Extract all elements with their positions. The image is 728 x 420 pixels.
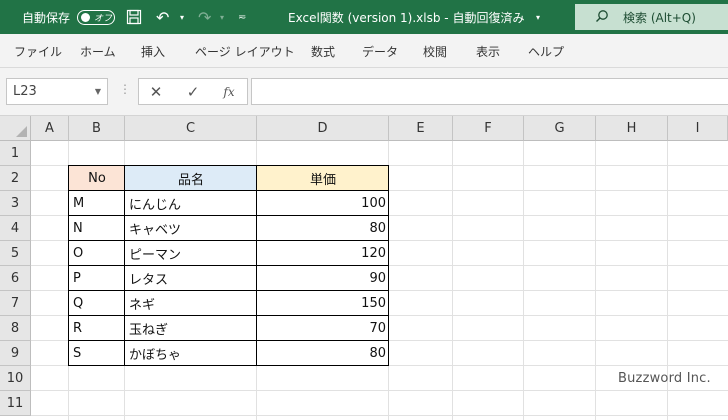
select-all-button[interactable] <box>0 116 31 141</box>
name-box-value: L23 <box>13 84 37 99</box>
tab-view[interactable]: 表示 <box>476 34 500 68</box>
table-cell[interactable]: 150 <box>257 291 389 316</box>
insert-function-icon[interactable]: fx <box>214 78 244 105</box>
tab-insert[interactable]: 挿入 <box>141 34 165 68</box>
tab-formulas[interactable]: 数式 <box>311 34 335 68</box>
watermark: Buzzword Inc. <box>618 371 711 386</box>
tab-file[interactable]: ファイル <box>14 34 62 68</box>
table-cell[interactable]: N <box>69 216 125 241</box>
redo-icon[interactable]: ↷ <box>198 0 211 34</box>
row-header-11[interactable]: 11 <box>0 391 31 416</box>
title-dropdown-icon[interactable]: ▾ <box>536 0 540 34</box>
column-header-a[interactable]: A <box>31 116 69 141</box>
table-cell[interactable]: P <box>69 266 125 291</box>
title-bar: 自動保存 オフ ↶ ▾ ↷ ▾ ≂ Excel関数 (version 1).xl… <box>0 0 728 34</box>
gridline <box>452 141 453 420</box>
column-header-h[interactable]: H <box>596 116 668 141</box>
ribbon-tabs: ファイル ホーム 挿入 ページ レイアウト 数式 データ 校閲 表示 ヘルプ <box>0 34 728 68</box>
table-border <box>68 290 389 291</box>
table-border <box>68 365 389 366</box>
table-cell[interactable]: キャベツ <box>125 216 257 241</box>
row-header-8[interactable]: 8 <box>0 316 31 341</box>
search-label: 検索 (Alt+Q) <box>623 10 696 25</box>
row-header-1[interactable]: 1 <box>0 141 31 166</box>
row-header-10[interactable]: 10 <box>0 366 31 391</box>
gridline <box>523 141 524 420</box>
table-header-price[interactable]: 単価 <box>257 166 389 191</box>
table-cell[interactable]: 玉ねぎ <box>125 316 257 341</box>
table-border <box>68 240 389 241</box>
table-cell[interactable]: 90 <box>257 266 389 291</box>
row-header-2[interactable]: 2 <box>0 166 31 191</box>
row-header-9[interactable]: 9 <box>0 341 31 366</box>
column-header-c[interactable]: C <box>125 116 257 141</box>
autosave-toggle[interactable]: オフ <box>77 10 115 25</box>
row-header-6[interactable]: 6 <box>0 266 31 291</box>
redo-dropdown-icon[interactable]: ▾ <box>220 0 224 34</box>
table-cell[interactable]: 80 <box>257 216 389 241</box>
tab-help[interactable]: ヘルプ <box>528 34 564 68</box>
row-header-7[interactable]: 7 <box>0 291 31 316</box>
name-box[interactable]: L23 ▼ <box>6 78 108 105</box>
table-cell[interactable]: 70 <box>257 316 389 341</box>
cancel-icon[interactable]: ✕ <box>141 78 171 105</box>
column-header-f[interactable]: F <box>453 116 524 141</box>
tab-home[interactable]: ホーム <box>80 34 116 68</box>
column-header-b[interactable]: B <box>69 116 125 141</box>
autosave-state: オフ <box>94 14 113 24</box>
table-border <box>68 265 389 266</box>
table-cell[interactable]: M <box>69 191 125 216</box>
table-border <box>68 340 389 341</box>
row-header-3[interactable]: 3 <box>0 191 31 216</box>
row-header-4[interactable]: 4 <box>0 216 31 241</box>
tab-review[interactable]: 校閲 <box>423 34 447 68</box>
document-title: Excel関数 (version 1).xlsb - 自動回復済み <box>288 10 525 25</box>
tab-page-layout[interactable]: ページ レイアウト <box>195 34 295 68</box>
table-cell[interactable]: 80 <box>257 341 389 366</box>
table-border <box>68 165 389 166</box>
name-box-dropdown-icon[interactable]: ▼ <box>95 87 101 96</box>
table-cell[interactable]: Q <box>69 291 125 316</box>
table-border <box>68 190 389 191</box>
formula-input[interactable] <box>251 78 728 105</box>
tab-data[interactable]: データ <box>362 34 398 68</box>
table-cell[interactable]: O <box>69 241 125 266</box>
search-icon <box>595 9 609 26</box>
table-cell[interactable]: にんじん <box>125 191 257 216</box>
row-header-5[interactable]: 5 <box>0 241 31 266</box>
table-cell[interactable]: 100 <box>257 191 389 216</box>
column-header-e[interactable]: E <box>389 116 453 141</box>
table-header-product[interactable]: 品名 <box>125 166 257 191</box>
save-icon[interactable] <box>126 0 142 34</box>
table-cell[interactable]: かぼちゃ <box>125 341 257 366</box>
undo-dropdown-icon[interactable]: ▾ <box>180 0 184 34</box>
table-header-no[interactable]: No <box>69 166 125 191</box>
table-cell[interactable]: 120 <box>257 241 389 266</box>
column-header-g[interactable]: G <box>524 116 596 141</box>
table-cell[interactable]: R <box>69 316 125 341</box>
column-header-i[interactable]: I <box>668 116 728 141</box>
search-box[interactable]: 検索 (Alt+Q) <box>575 4 728 30</box>
table-border <box>68 315 389 316</box>
gridline <box>31 415 728 416</box>
table-cell[interactable]: ネギ <box>125 291 257 316</box>
autosave-label: 自動保存 <box>22 10 71 25</box>
gridline <box>31 390 728 391</box>
formula-bar-grip-icon[interactable]: ⋮ <box>119 82 131 96</box>
formula-bar: L23 ▼ ⋮ ✕ ✓ fx <box>0 68 728 116</box>
table-border <box>68 215 389 216</box>
table-cell[interactable]: ピーマン <box>125 241 257 266</box>
column-header-d[interactable]: D <box>257 116 389 141</box>
select-all-icon <box>16 126 27 137</box>
toggle-knob <box>81 13 90 22</box>
table-cell[interactable]: S <box>69 341 125 366</box>
gridline <box>595 141 596 420</box>
enter-icon[interactable]: ✓ <box>178 78 208 105</box>
customize-toolbar-icon[interactable]: ≂ <box>238 0 246 34</box>
table-cell[interactable]: レタス <box>125 266 257 291</box>
undo-icon[interactable]: ↶ <box>156 0 169 34</box>
